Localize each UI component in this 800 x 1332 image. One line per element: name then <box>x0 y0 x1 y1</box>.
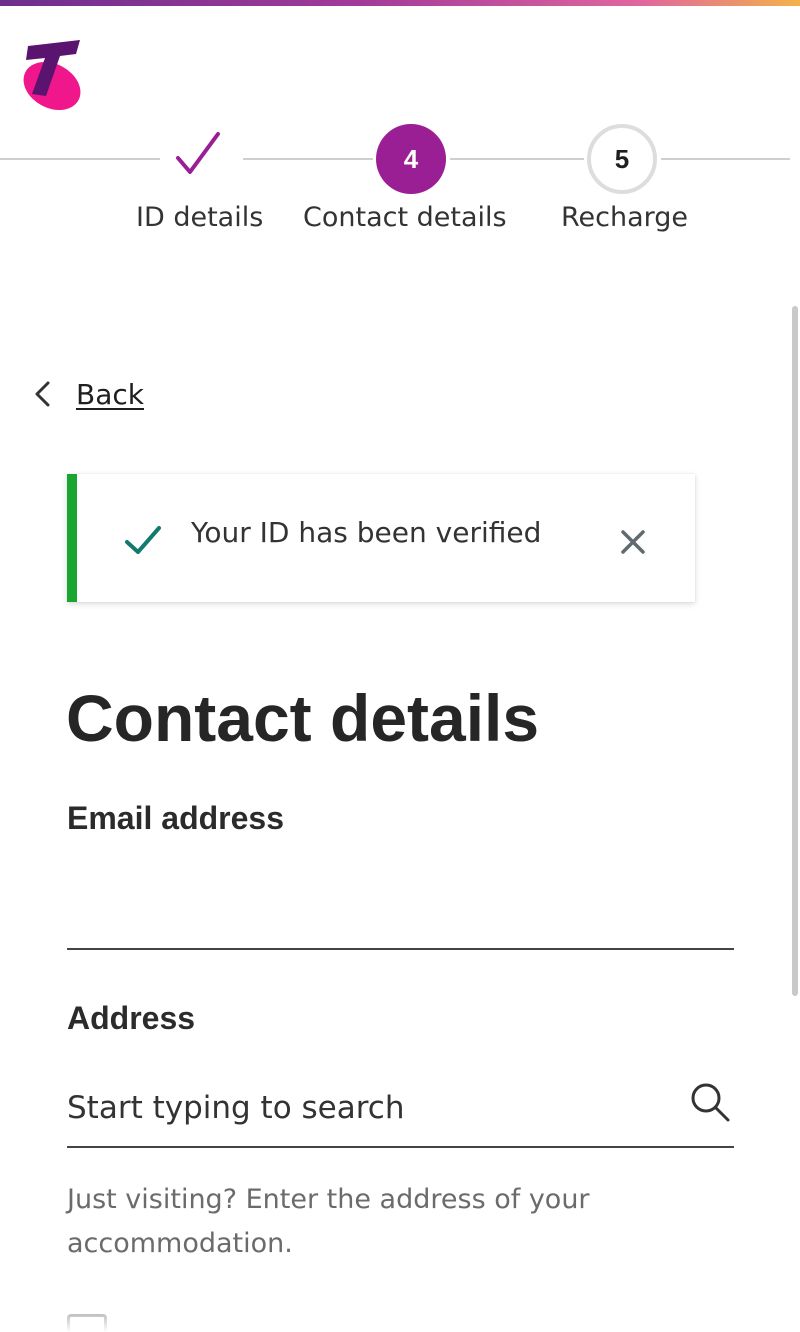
close-icon[interactable] <box>617 526 649 558</box>
step-next-indicator: 5 <box>587 124 657 194</box>
id-verified-alert: Your ID has been verified <box>67 474 695 602</box>
alert-message: Your ID has been verified <box>191 516 542 549</box>
address-search-input[interactable] <box>67 1070 734 1148</box>
step-label-id-details: ID details <box>136 202 264 233</box>
email-input[interactable] <box>67 870 734 950</box>
telstra-logo-icon[interactable] <box>14 36 86 114</box>
page-title: Contact details <box>66 681 540 755</box>
back-label[interactable]: Back <box>76 378 144 411</box>
address-label: Address <box>67 1000 196 1036</box>
search-icon[interactable] <box>688 1080 732 1124</box>
step-completed-check-icon <box>172 130 224 180</box>
bottom-fade <box>0 1310 800 1332</box>
stepper-connector <box>243 158 373 160</box>
step-current-indicator: 4 <box>376 124 446 194</box>
scrollbar[interactable] <box>790 6 800 1316</box>
step-label-contact-details: Contact details <box>303 202 507 233</box>
back-link[interactable]: Back <box>32 372 144 416</box>
step-label-recharge: Recharge <box>561 202 689 233</box>
chevron-left-icon <box>32 379 54 409</box>
address-help-text: Just visiting? Enter the address of your… <box>67 1184 590 1259</box>
stepper-connector <box>450 158 584 160</box>
scrollbar-thumb[interactable] <box>792 306 798 996</box>
top-accent-bar <box>0 0 800 6</box>
check-icon <box>123 524 163 558</box>
stepper-connector <box>0 158 160 160</box>
email-label: Email address <box>67 800 284 836</box>
stepper-connector <box>661 158 790 160</box>
